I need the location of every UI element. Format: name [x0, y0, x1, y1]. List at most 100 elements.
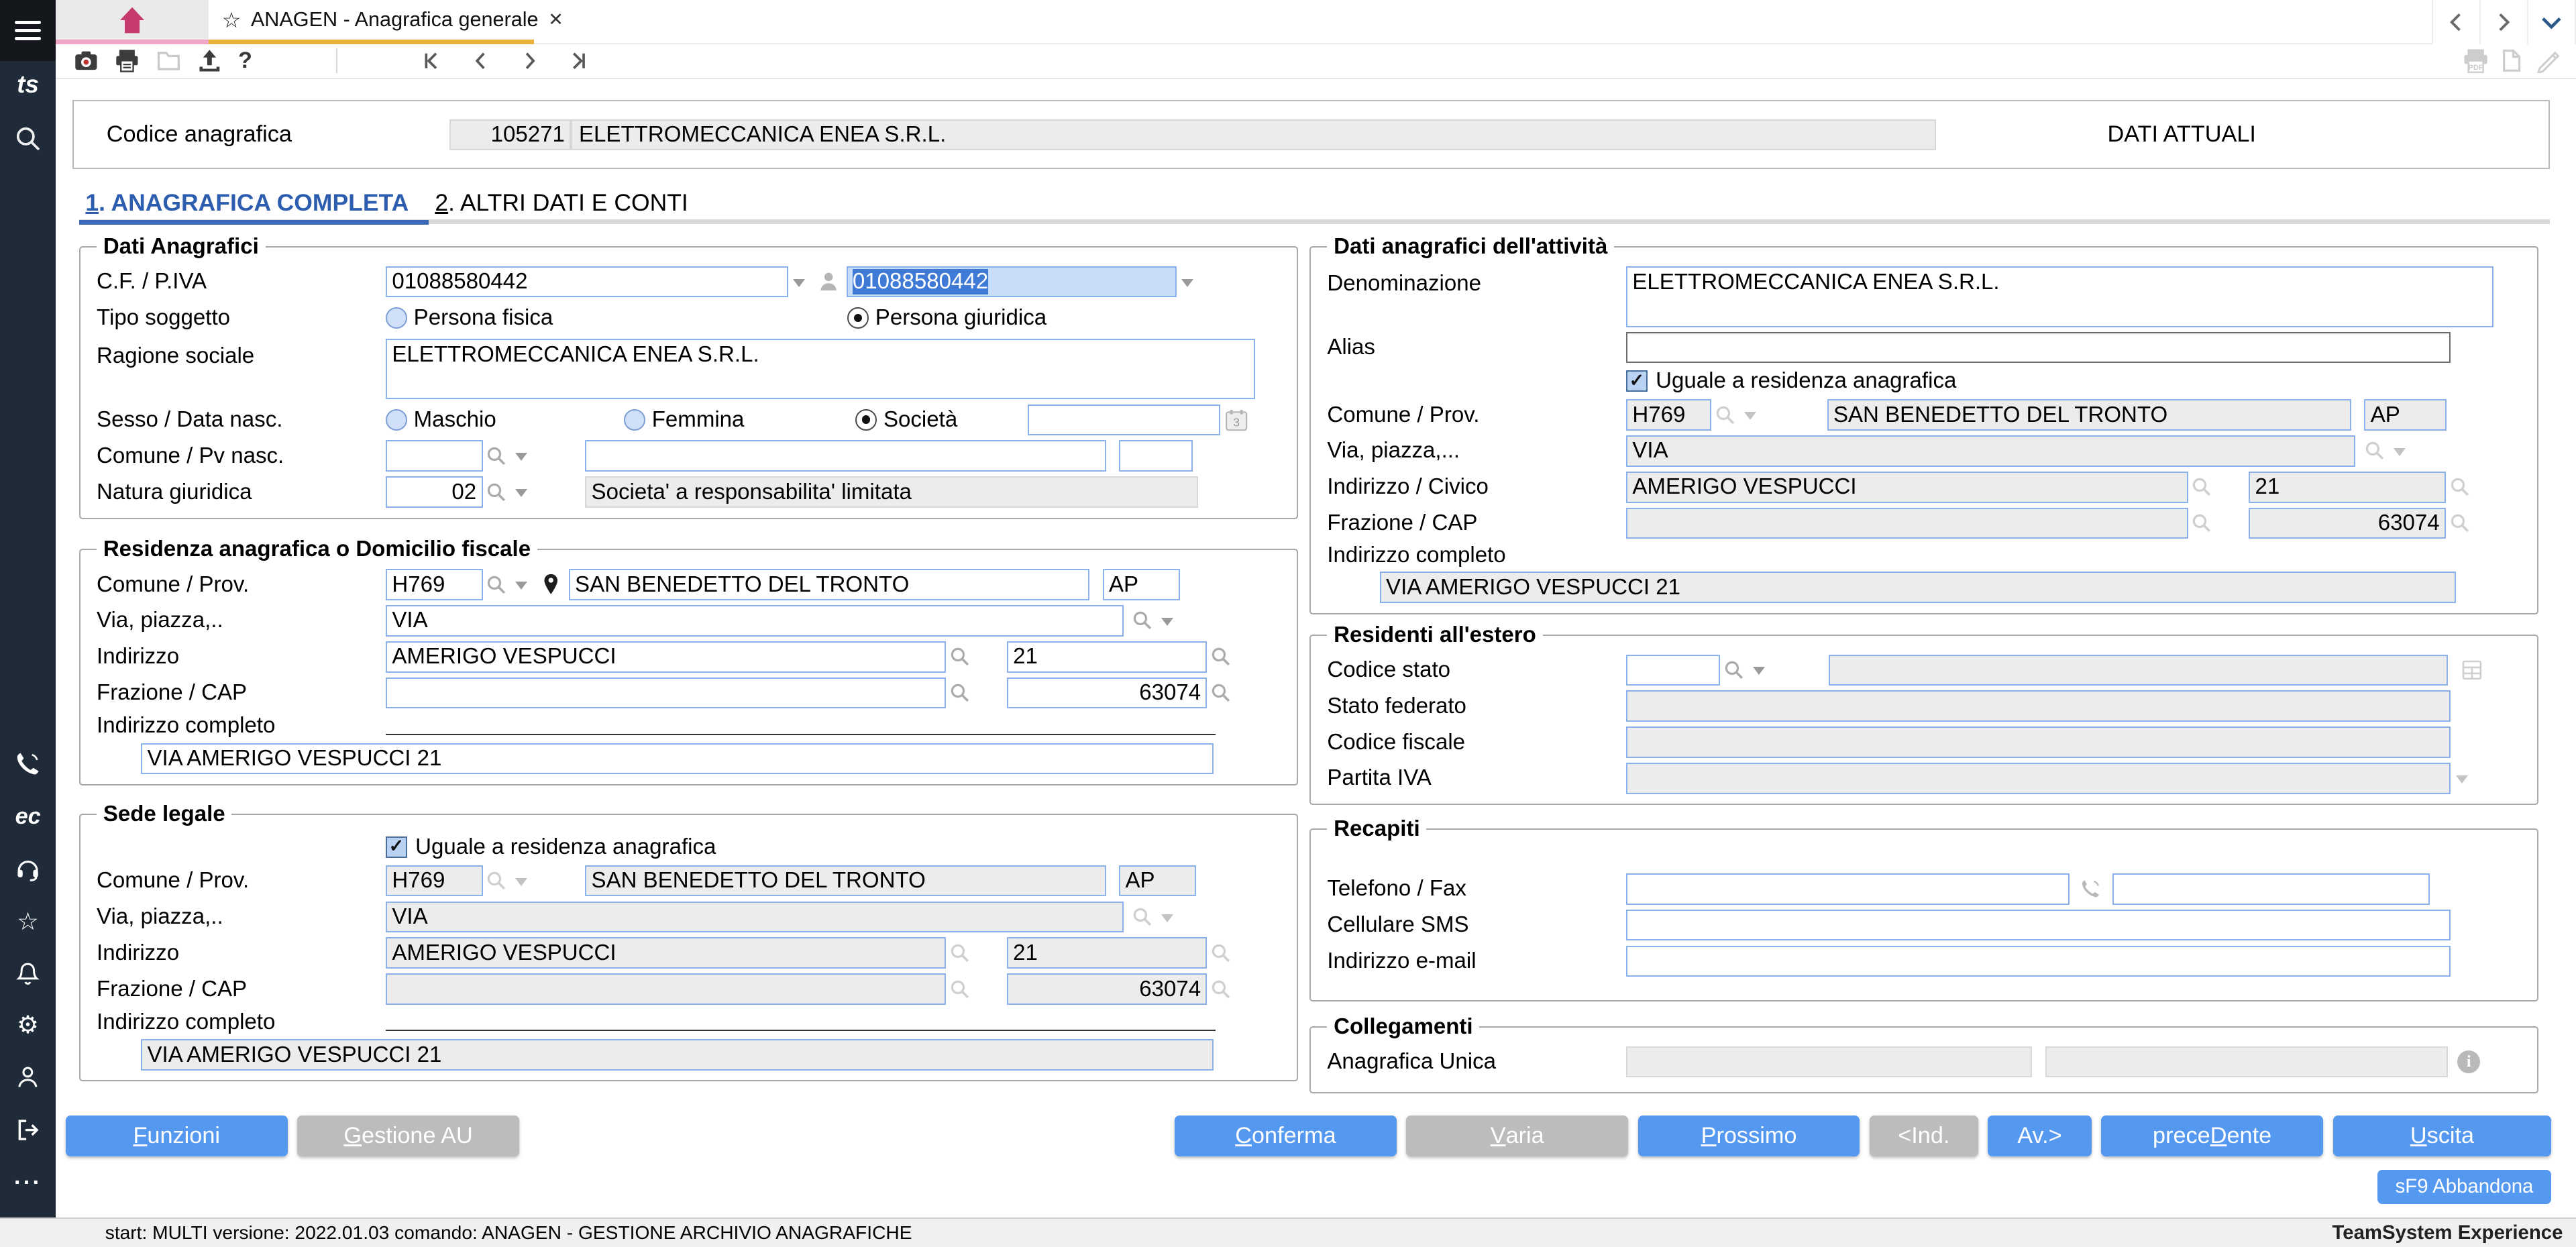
ragione-sociale-header[interactable]: ELETTROMECCANICA ENEA S.R.L.	[571, 119, 1937, 151]
codice-stato-input[interactable]	[1626, 654, 1720, 686]
radio-maschio[interactable]	[386, 409, 407, 431]
nav-last-button[interactable]	[569, 51, 588, 70]
natura-giuridica-dropdown-icon[interactable]	[515, 489, 528, 503]
lookup-icon[interactable]	[486, 482, 507, 503]
pv-nasc-input[interactable]	[1119, 440, 1193, 472]
home-tab[interactable]	[56, 0, 209, 45]
precedente-button[interactable]: prece Dente	[2101, 1115, 2323, 1157]
tab-altri-dati-e-conti[interactable]: 2. ALTRI DATI E CONTI	[429, 189, 708, 220]
cf-dropdown-icon[interactable]	[793, 278, 806, 293]
codice-stato-dropdown-icon[interactable]	[1752, 667, 1765, 681]
lookup-icon-disabled	[949, 979, 971, 1000]
lookup-icon[interactable]	[486, 445, 507, 467]
lookup-icon[interactable]	[1132, 610, 1153, 631]
fieldset-sede-legale: Sede legale Uguale a residenza anagrafic…	[78, 802, 1298, 1082]
map-pin-icon[interactable]	[543, 573, 559, 596]
nav-prev-button[interactable]	[471, 51, 490, 70]
user-icon[interactable]	[15, 1065, 40, 1089]
headset-icon[interactable]	[15, 856, 41, 882]
history-forward-button[interactable]	[2481, 0, 2529, 45]
cf-piva-input[interactable]: 01088580442	[386, 266, 789, 298]
person-icon[interactable]	[817, 270, 840, 293]
denominazione-input[interactable]: ELETTROMECCANICA ENEA S.R.L.	[1626, 266, 2494, 327]
radio-femmina[interactable]	[624, 409, 645, 431]
checkbox-sede-uguale-residenza[interactable]	[386, 836, 407, 858]
info-icon[interactable]: i	[2457, 1050, 2481, 1074]
nav-first-button[interactable]	[421, 51, 441, 70]
conferma-button[interactable]: Conferma	[1175, 1115, 1397, 1157]
varia-button[interactable]: Varia	[1406, 1115, 1629, 1157]
nav-next-button[interactable]	[520, 51, 539, 70]
lookup-icon[interactable]	[1210, 646, 1232, 667]
tab-anagrafica-completa[interactable]: 1. ANAGRAFICA COMPLETA	[78, 189, 429, 225]
pdf-print-icon[interactable]: PDF	[2463, 48, 2489, 74]
favorites-icon[interactable]: ☆	[17, 909, 39, 934]
residenza-via-input[interactable]: VIA	[386, 605, 1124, 637]
print-icon[interactable]	[115, 48, 140, 73]
cellulare-sms-input[interactable]	[1626, 909, 2451, 941]
residenza-comune-dropdown-icon[interactable]	[515, 582, 528, 596]
avanti-button[interactable]: Av.>	[1988, 1115, 2092, 1157]
cf-secondary-dropdown-icon[interactable]	[1181, 278, 1194, 293]
calendar-icon[interactable]: 3	[1225, 409, 1248, 431]
fax-input[interactable]	[2112, 873, 2430, 905]
ragione-sociale-input[interactable]: ELETTROMECCANICA ENEA S.R.L.	[386, 338, 1255, 400]
lookup-icon[interactable]	[1210, 682, 1232, 704]
upload-icon[interactable]	[197, 48, 222, 73]
camera-icon[interactable]	[74, 48, 99, 73]
residenza-prov-input[interactable]: AP	[1102, 569, 1180, 600]
funzioni-button[interactable]: Funzioni	[65, 1115, 288, 1157]
anagen-tab[interactable]: ☆ ANAGEN - Anagrafica generale ✕	[209, 0, 564, 45]
gestione-au-button[interactable]: Gestione AU	[297, 1115, 519, 1157]
history-back-button[interactable]	[2433, 0, 2481, 45]
lookup-icon[interactable]	[486, 574, 507, 596]
search-icon[interactable]	[14, 125, 42, 153]
folder-icon[interactable]	[156, 48, 181, 73]
natura-giuridica-code-input[interactable]: 02	[386, 476, 483, 508]
cf-piva-secondary-input[interactable]: 01088580442	[846, 266, 1177, 298]
new-document-icon[interactable]	[2500, 48, 2523, 73]
residenza-via-dropdown-icon[interactable]	[1161, 618, 1173, 632]
alias-input[interactable]	[1626, 331, 2451, 364]
telefono-input[interactable]	[1626, 873, 2070, 905]
radio-societa[interactable]	[855, 409, 877, 431]
phone-dial-icon[interactable]	[2080, 877, 2102, 900]
residenza-civico-input[interactable]: 21	[1006, 641, 1208, 673]
comune-nasc-code-input[interactable]	[386, 440, 483, 472]
anagrafica-unica-code-input	[1626, 1046, 2032, 1078]
residenza-comune-name-input[interactable]: SAN BENEDETTO DEL TRONTO	[568, 569, 1090, 600]
checkbox-attivita-uguale-residenza[interactable]	[1626, 370, 1648, 392]
email-input[interactable]	[1626, 945, 2451, 977]
residenza-completo-input[interactable]: VIA AMERIGO VESPUCCI 21	[141, 743, 1214, 775]
settings-gear-icon[interactable]: ⚙	[17, 1012, 39, 1037]
residenza-cap-input[interactable]: 63074	[1006, 677, 1208, 709]
notifications-bell-icon[interactable]	[15, 961, 40, 986]
residenza-frazione-input[interactable]	[386, 677, 947, 709]
radio-persona-fisica[interactable]	[386, 307, 407, 329]
expand-chevron-button[interactable]	[2528, 0, 2576, 45]
edit-pencil-icon[interactable]	[2535, 48, 2560, 74]
residenza-indirizzo-input[interactable]: AMERIGO VESPUCCI	[386, 641, 947, 673]
legend-recapiti: Recapiti	[1334, 816, 1420, 842]
help-icon[interactable]: ?	[238, 48, 252, 74]
residenza-comune-code-input[interactable]: H769	[386, 569, 483, 600]
uscita-button[interactable]: Uscita	[2332, 1115, 2552, 1157]
comune-nasc-dropdown-icon[interactable]	[515, 453, 528, 467]
abbandona-button[interactable]: sF9 Abbandona	[2377, 1169, 2552, 1205]
prossimo-button[interactable]: Prossimo	[1638, 1115, 1860, 1157]
comune-nasc-name-input[interactable]	[585, 440, 1106, 472]
more-icon[interactable]: ···	[14, 1171, 42, 1194]
femmina-label: Femmina	[651, 406, 745, 432]
favorite-star-icon[interactable]: ☆	[222, 7, 241, 33]
indietro-button[interactable]: <Ind.	[1870, 1115, 1978, 1157]
menu-button[interactable]	[0, 0, 56, 61]
logout-icon[interactable]	[15, 1117, 41, 1143]
radio-persona-giuridica[interactable]	[847, 307, 869, 329]
lookup-icon[interactable]	[949, 682, 971, 704]
lookup-icon[interactable]	[949, 646, 971, 667]
data-nascita-input[interactable]	[1028, 404, 1221, 436]
phone-icon[interactable]	[15, 751, 41, 777]
ec-logo[interactable]: ec	[15, 805, 41, 828]
codice-anagrafica-value[interactable]: 105271	[449, 119, 572, 151]
lookup-icon[interactable]	[1723, 659, 1745, 681]
